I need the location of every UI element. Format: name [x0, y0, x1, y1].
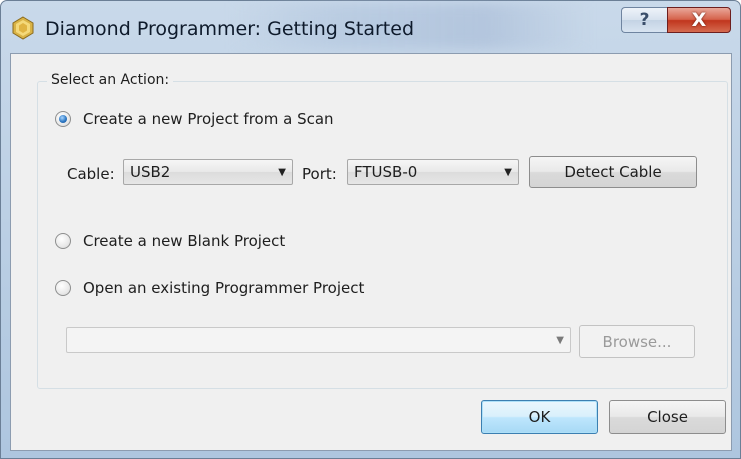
- chevron-down-icon: ▼: [556, 335, 564, 346]
- cable-select[interactable]: USB2 ▼: [123, 159, 293, 185]
- chevron-down-icon: ▼: [504, 167, 512, 178]
- chevron-down-icon: ▼: [278, 167, 286, 178]
- browse-button[interactable]: Browse...: [579, 325, 695, 358]
- port-select[interactable]: FTUSB-0 ▼: [347, 159, 519, 185]
- cable-label: Cable:: [67, 165, 115, 183]
- title-bar[interactable]: Diamond Programmer: Getting Started ? X: [1, 1, 740, 57]
- option-label: Open an existing Programmer Project: [83, 279, 365, 297]
- window-close-button[interactable]: X: [667, 7, 731, 33]
- option-scan-project[interactable]: Create a new Project from a Scan: [55, 110, 334, 128]
- help-button[interactable]: ?: [621, 7, 667, 33]
- dialog-body: Select an Action: Create a new Project f…: [10, 53, 732, 451]
- ok-button[interactable]: OK: [481, 400, 598, 434]
- help-icon: ?: [639, 10, 650, 30]
- radio-scan-project[interactable]: [55, 111, 71, 127]
- port-value: FTUSB-0: [354, 163, 418, 181]
- window-title: Diamond Programmer: Getting Started: [45, 18, 415, 40]
- radio-open-project[interactable]: [55, 280, 71, 296]
- diamond-programmer-icon: [12, 16, 34, 40]
- close-button[interactable]: Close: [609, 400, 726, 434]
- cable-value: USB2: [130, 163, 171, 181]
- option-blank-project[interactable]: Create a new Blank Project: [55, 232, 285, 250]
- radio-blank-project[interactable]: [55, 233, 71, 249]
- dialog-window: Diamond Programmer: Getting Started ? X …: [0, 0, 741, 459]
- detect-cable-button[interactable]: Detect Cable: [529, 156, 697, 188]
- option-open-project[interactable]: Open an existing Programmer Project: [55, 279, 364, 297]
- close-icon: X: [691, 9, 707, 31]
- port-label: Port:: [302, 165, 337, 183]
- project-path-select[interactable]: ▼: [66, 327, 571, 353]
- option-label: Create a new Project from a Scan: [83, 110, 334, 128]
- group-label: Select an Action:: [47, 72, 174, 88]
- option-label: Create a new Blank Project: [83, 232, 286, 250]
